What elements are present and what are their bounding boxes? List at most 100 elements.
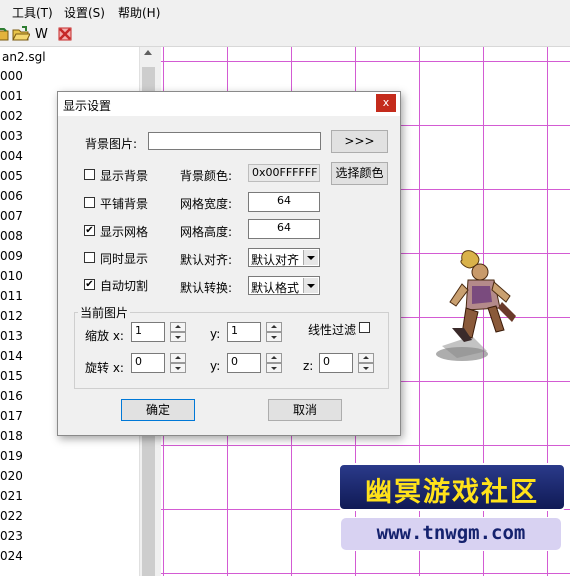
tree-item[interactable]: 010 bbox=[0, 269, 23, 287]
tree-item[interactable]: 019 bbox=[0, 449, 23, 467]
display-settings-dialog: 显示设置 x 背景图片: >>> 显示背景 平铺背景 ✔ 显示网格 同时显示 ✔… bbox=[57, 91, 401, 436]
rotate-y-spinner[interactable] bbox=[266, 353, 282, 373]
ok-button[interactable]: 确定 bbox=[121, 399, 195, 421]
rotate-z-label: z: bbox=[303, 359, 314, 373]
show-bg-checkbox[interactable] bbox=[84, 169, 95, 180]
spin-up-icon[interactable] bbox=[358, 353, 374, 363]
spin-up-icon[interactable] bbox=[170, 353, 186, 363]
watermark-url-box: www.tnwgm.com bbox=[340, 517, 562, 551]
spin-up-icon[interactable] bbox=[266, 322, 282, 332]
current-image-group-label: 当前图片 bbox=[78, 304, 131, 321]
simul-display-checkbox[interactable] bbox=[84, 252, 95, 263]
watermark-title-box: 幽冥游戏社区 bbox=[338, 463, 566, 511]
tree-item[interactable]: 020 bbox=[0, 469, 23, 487]
tree-root[interactable]: an2.sgl bbox=[2, 50, 46, 68]
rotate-y-label: y: bbox=[210, 359, 221, 373]
tree-item[interactable]: 024 bbox=[0, 549, 23, 567]
checkmark-icon: ✔ bbox=[85, 279, 94, 290]
spin-up-icon[interactable] bbox=[266, 353, 282, 363]
tree-item[interactable]: 016 bbox=[0, 389, 23, 407]
menu-tools[interactable]: 工具(T) bbox=[12, 4, 53, 21]
menu-settings[interactable]: 设置(S) bbox=[64, 4, 105, 21]
browse-button[interactable]: >>> bbox=[331, 130, 388, 153]
tree-item[interactable]: 014 bbox=[0, 349, 23, 367]
tree-item[interactable]: 006 bbox=[0, 189, 23, 207]
tree-item[interactable]: 003 bbox=[0, 129, 23, 147]
tree-item[interactable]: 017 bbox=[0, 409, 23, 427]
simul-display-label: 同时显示 bbox=[100, 252, 149, 266]
toolbar: W bbox=[0, 22, 570, 47]
rotate-z-spinner[interactable] bbox=[358, 353, 374, 373]
tree-item[interactable]: 009 bbox=[0, 249, 23, 267]
scale-y-spinner[interactable] bbox=[266, 322, 282, 342]
scroll-up-arrow-icon[interactable] bbox=[144, 50, 152, 55]
dropdown-arrow-icon[interactable] bbox=[303, 278, 318, 293]
show-grid-label: 显示网格 bbox=[100, 225, 149, 239]
bg-color-label: 背景颜色: bbox=[180, 169, 233, 183]
dialog-titlebar[interactable]: 显示设置 x bbox=[58, 92, 400, 116]
grid-width-field[interactable]: 64 bbox=[248, 192, 320, 212]
scale-y-field[interactable]: 1 bbox=[227, 322, 261, 342]
tree-item[interactable]: 021 bbox=[0, 489, 23, 507]
spin-up-icon[interactable] bbox=[170, 322, 186, 332]
tree-item[interactable]: 015 bbox=[0, 369, 23, 387]
default-convert-label: 默认转换: bbox=[180, 281, 233, 295]
spin-down-icon[interactable] bbox=[266, 332, 282, 342]
rotate-x-spinner[interactable] bbox=[170, 353, 186, 373]
autocut-checkbox[interactable]: ✔ bbox=[84, 279, 95, 290]
tree-item[interactable]: 011 bbox=[0, 289, 23, 307]
spin-down-icon[interactable] bbox=[358, 363, 374, 373]
rotate-x-field[interactable]: 0 bbox=[131, 353, 165, 373]
tree-item[interactable]: 023 bbox=[0, 529, 23, 547]
bg-image-field[interactable] bbox=[148, 132, 321, 150]
show-bg-label: 显示背景 bbox=[100, 169, 149, 183]
delete-icon[interactable] bbox=[56, 25, 74, 43]
scale-y-label: y: bbox=[210, 327, 221, 341]
tree-item[interactable]: 012 bbox=[0, 309, 23, 327]
rotate-x-label: 旋转 x: bbox=[85, 361, 124, 375]
pick-color-button[interactable]: 选择颜色 bbox=[331, 162, 388, 185]
scale-x-field[interactable]: 1 bbox=[131, 322, 165, 342]
tree-item[interactable]: 002 bbox=[0, 109, 23, 127]
tile-bg-checkbox[interactable] bbox=[84, 197, 95, 208]
watermark-title: 幽冥游戏社区 bbox=[365, 477, 539, 508]
spin-down-icon[interactable] bbox=[170, 363, 186, 373]
rotate-y-field[interactable]: 0 bbox=[227, 353, 261, 373]
tree-item[interactable]: 013 bbox=[0, 329, 23, 347]
linear-filter-label: 线性过滤 bbox=[308, 323, 357, 337]
rotate-z-field[interactable]: 0 bbox=[319, 353, 353, 373]
watermark-url: www.tnwgm.com bbox=[376, 522, 526, 544]
tree-item[interactable]: 007 bbox=[0, 209, 23, 227]
default-align-select[interactable]: 默认对齐 bbox=[248, 248, 320, 267]
checkmark-icon: ✔ bbox=[85, 225, 94, 236]
dialog-title: 显示设置 bbox=[63, 99, 112, 113]
cancel-button[interactable]: 取消 bbox=[268, 399, 342, 421]
default-convert-select[interactable]: 默认格式 bbox=[248, 276, 320, 295]
tree-item[interactable]: 004 bbox=[0, 149, 23, 167]
tree-item[interactable]: 001 bbox=[0, 89, 23, 107]
autocut-label: 自动切割 bbox=[100, 279, 149, 293]
close-button[interactable]: x bbox=[376, 94, 396, 112]
spin-down-icon[interactable] bbox=[266, 363, 282, 373]
scale-x-label: 缩放 x: bbox=[85, 329, 124, 343]
grid-height-field[interactable]: 64 bbox=[248, 219, 320, 239]
character-sprite bbox=[432, 246, 522, 369]
open-folder-icon[interactable] bbox=[12, 25, 31, 43]
linear-filter-checkbox[interactable] bbox=[359, 322, 370, 333]
w-tool-icon[interactable]: W bbox=[35, 27, 53, 45]
tree-item[interactable]: 018 bbox=[0, 429, 23, 447]
tree-item[interactable]: 022 bbox=[0, 509, 23, 527]
watermark: 幽冥游戏社区 www.tnwgm.com bbox=[338, 463, 566, 553]
scale-x-spinner[interactable] bbox=[170, 322, 186, 342]
new-file-icon[interactable] bbox=[0, 25, 12, 43]
tree-item[interactable]: 000 bbox=[0, 69, 23, 87]
dropdown-arrow-icon[interactable] bbox=[303, 250, 318, 265]
show-grid-checkbox[interactable]: ✔ bbox=[84, 225, 95, 236]
bg-color-field: 0x00FFFFFF bbox=[248, 164, 320, 182]
tree-item[interactable]: 008 bbox=[0, 229, 23, 247]
tree-item[interactable]: 005 bbox=[0, 169, 23, 187]
grid-width-label: 网格宽度: bbox=[180, 197, 233, 211]
menu-bar: 工具(T) 设置(S) 帮助(H) bbox=[0, 0, 570, 22]
spin-down-icon[interactable] bbox=[170, 332, 186, 342]
menu-help[interactable]: 帮助(H) bbox=[118, 4, 160, 21]
